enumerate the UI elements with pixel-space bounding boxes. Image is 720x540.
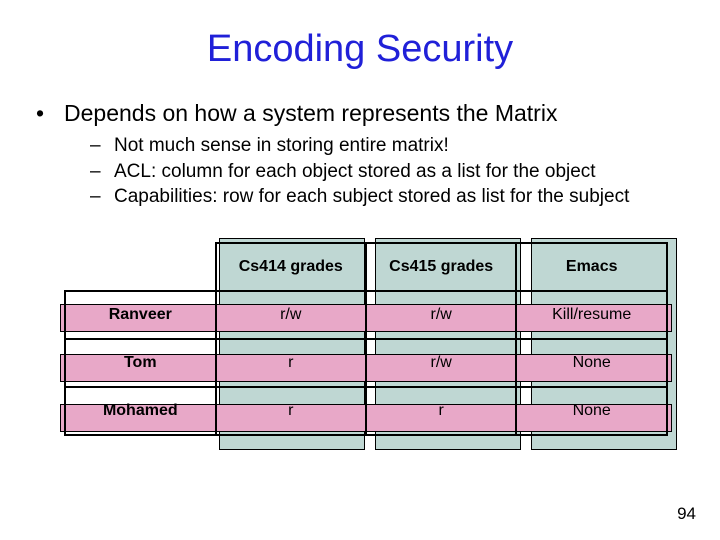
row-header: Mohamed: [65, 387, 216, 435]
row-header: Tom: [65, 339, 216, 387]
cell: r: [216, 339, 366, 387]
cell: r/w: [216, 291, 366, 339]
sub-bullet-list: – Not much sense in storing entire matri…: [36, 133, 690, 210]
col-header: Cs414 grades: [216, 243, 366, 291]
table-row: Tom r r/w None: [65, 339, 667, 387]
cell: r: [216, 387, 366, 435]
slide-title: Encoding Security: [0, 0, 720, 99]
cell: None: [516, 339, 667, 387]
sub-bullet-text: Not much sense in storing entire matrix!: [114, 133, 449, 159]
table-corner-cell: [65, 243, 216, 291]
row-header: Ranveer: [65, 291, 216, 339]
dash-icon: –: [90, 133, 114, 159]
cell: Kill/resume: [516, 291, 667, 339]
sub-bullet: – ACL: column for each object stored as …: [90, 159, 690, 185]
bullet-dot-icon: •: [36, 99, 64, 129]
col-header: Cs415 grades: [366, 243, 516, 291]
slide-body: • Depends on how a system represents the…: [0, 99, 720, 210]
col-header: Emacs: [516, 243, 667, 291]
table-row: Mohamed r r None: [65, 387, 667, 435]
dash-icon: –: [90, 159, 114, 185]
access-matrix-area: Cs414 grades Cs415 grades Emacs Ranveer …: [60, 238, 684, 458]
sub-bullet-text: Capabilities: row for each subject store…: [114, 184, 629, 210]
bullet-level1: • Depends on how a system represents the…: [36, 99, 690, 129]
page-number: 94: [677, 504, 696, 524]
cell: r/w: [366, 291, 516, 339]
cell: r/w: [366, 339, 516, 387]
table-row: Ranveer r/w r/w Kill/resume: [65, 291, 667, 339]
sub-bullet-text: ACL: column for each object stored as a …: [114, 159, 596, 185]
cell: None: [516, 387, 667, 435]
cell: r: [366, 387, 516, 435]
sub-bullet: – Not much sense in storing entire matri…: [90, 133, 690, 159]
access-matrix-table: Cs414 grades Cs415 grades Emacs Ranveer …: [64, 242, 668, 436]
table-header-row: Cs414 grades Cs415 grades Emacs: [65, 243, 667, 291]
sub-bullet: – Capabilities: row for each subject sto…: [90, 184, 690, 210]
dash-icon: –: [90, 184, 114, 210]
bullet-text: Depends on how a system represents the M…: [64, 99, 557, 129]
